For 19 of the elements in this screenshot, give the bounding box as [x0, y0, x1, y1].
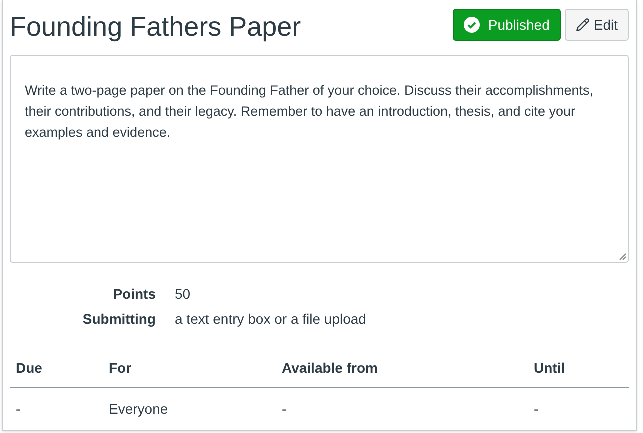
detail-label: Points	[112, 285, 156, 304]
pencil-icon	[576, 18, 590, 32]
page-title: Founding Fathers Paper	[10, 11, 302, 44]
table-cell-text: -	[16, 400, 22, 419]
column-header: Until	[534, 359, 566, 378]
column-header: Available from	[282, 359, 379, 378]
table-cell-text: -	[282, 400, 288, 419]
edit-button[interactable]: Edit	[564, 9, 629, 41]
table-cell-text: Everyone	[109, 400, 170, 419]
column-header: Due	[16, 359, 44, 378]
table-cell-text: -	[534, 400, 540, 419]
resize-handle-icon	[619, 253, 627, 261]
detail-label: Submitting	[82, 310, 156, 329]
detail-value: a text entry box or a file upload	[175, 310, 366, 329]
detail-value: 50	[175, 285, 191, 304]
description-text: Write a two-page paper on the Founding Father of your choice. Discuss their accomplishments, their contributions, and their legacy. Remember to have an introduction, thesis, and cite your examples and evidence.	[25, 82, 595, 142]
column-header: For	[109, 359, 133, 378]
check-circle-icon	[464, 17, 480, 33]
published-button[interactable]: Published	[453, 9, 561, 41]
